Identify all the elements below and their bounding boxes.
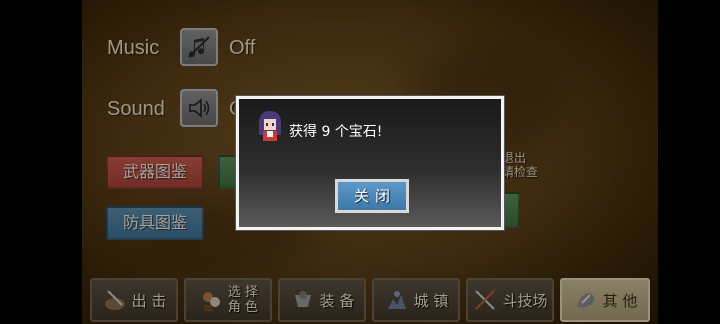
character-avatar-icon	[259, 111, 281, 141]
reward-dialog: 获得 9 个宝石! 关闭	[236, 96, 504, 230]
dialog-message: 获得 9 个宝石!	[289, 124, 383, 140]
close-button[interactable]: 关闭	[335, 179, 409, 213]
